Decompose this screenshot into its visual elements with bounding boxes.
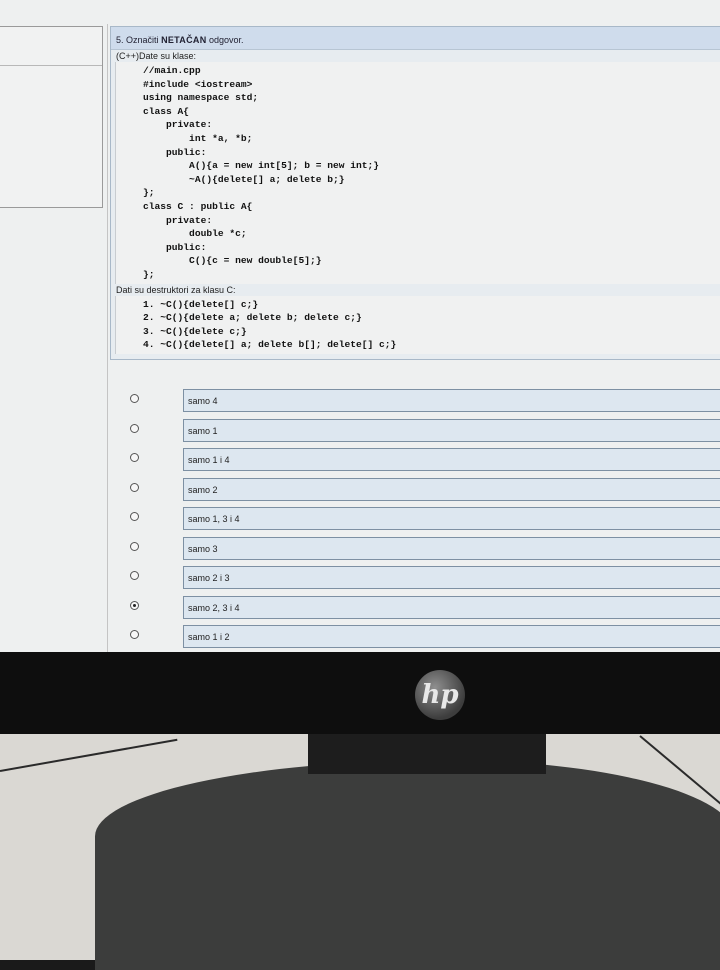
answer-radio[interactable] xyxy=(130,600,139,610)
code-line: C(){c = new double[5];} xyxy=(143,255,322,267)
code-line: class C : public A{ xyxy=(143,200,253,212)
answer-radio[interactable] xyxy=(130,453,139,462)
destructor-option: 3. ~C(){delete c;} xyxy=(143,325,247,337)
code-line: ~A(){delete[] a; delete b;} xyxy=(143,173,345,185)
answer-option[interactable]: samo 2 xyxy=(110,473,720,503)
answer-radio[interactable] xyxy=(130,541,139,551)
question-title: 5. Označiti NETAČAN odgovor. xyxy=(111,27,720,50)
answer-options: samo 4 samo 1 samo 1 i 4 samo 2 samo 1, 3 i … xyxy=(110,384,720,650)
question-card: 5. Označiti NETAČAN odgovor. (C++)Date s… xyxy=(110,26,720,360)
code-line: int *a, *b; xyxy=(143,132,253,144)
code-line: double *c; xyxy=(143,228,247,240)
answer-option[interactable]: samo 2, 3 i 4 xyxy=(110,591,720,621)
left-navigation-panel xyxy=(0,26,103,208)
answer-option[interactable]: samo 2 i 3 xyxy=(110,561,720,591)
code-line: using namespace std; xyxy=(143,92,259,104)
destructor-option: 4. ~C(){delete[] a; delete b[]; delete[]… xyxy=(143,339,397,351)
answer-radio[interactable] xyxy=(130,394,139,403)
answer-label[interactable]: samo 3 xyxy=(183,536,720,560)
hp-logo-icon: hp xyxy=(415,670,465,720)
code-block: //main.cpp #include <iostream> using names… xyxy=(115,62,720,284)
code-line: }; xyxy=(143,187,155,199)
answer-radio[interactable] xyxy=(130,482,139,492)
code-line: private: xyxy=(143,214,213,226)
answer-label[interactable]: samo 4 xyxy=(183,389,720,412)
code-line: public: xyxy=(143,241,207,253)
monitor-screen: 5. Označiti NETAČAN odgovor. (C++)Date s… xyxy=(0,0,720,652)
answer-label[interactable]: samo 1 i 2 xyxy=(183,625,720,648)
code-line: class A{ xyxy=(143,105,190,117)
answer-option[interactable]: samo 4 xyxy=(110,384,720,414)
question-title-emphasis: NETAČAN xyxy=(161,35,207,45)
answer-label[interactable]: samo 2, 3 i 4 xyxy=(183,595,720,619)
answer-label[interactable]: samo 1, 3 i 4 xyxy=(183,507,720,530)
code-line: A(){a = new int[5]; b = new int;} xyxy=(143,160,380,172)
answer-radio[interactable] xyxy=(130,423,139,433)
destructor-option: 1. ~C(){delete[] c;} xyxy=(143,298,259,310)
monitor-stand-neck xyxy=(308,734,546,774)
answer-radio[interactable] xyxy=(130,571,139,580)
monitor-stand-base xyxy=(95,760,720,970)
answer-option[interactable]: samo 1, 3 i 4 xyxy=(110,502,720,532)
monitor-bezel xyxy=(0,652,720,734)
code-line: public: xyxy=(143,146,207,158)
question-title-pre: Označiti xyxy=(126,35,159,45)
code-line: #include <iostream> xyxy=(143,78,253,90)
answer-option[interactable]: samo 1 i 4 xyxy=(110,443,720,473)
answer-option[interactable]: samo 1 i 2 xyxy=(110,620,720,650)
destructor-option: 2. ~C(){delete a; delete b; delete c;} xyxy=(143,312,362,324)
panel-divider xyxy=(0,65,102,66)
column-divider xyxy=(107,24,108,652)
answer-radio[interactable] xyxy=(130,512,139,521)
answer-label[interactable]: samo 1 i 4 xyxy=(183,448,720,471)
code-line: //main.cpp xyxy=(143,65,201,76)
answer-option[interactable]: samo 3 xyxy=(110,532,720,562)
answer-option[interactable]: samo 1 xyxy=(110,414,720,444)
question-intro: (C++)Date su klase: xyxy=(116,51,197,61)
question-title-post: odgovor. xyxy=(209,35,244,45)
code-line: }; xyxy=(143,268,155,280)
answer-radio[interactable] xyxy=(130,630,139,639)
question-number: 5. xyxy=(116,35,124,45)
code-line: private: xyxy=(143,119,213,131)
destructors-label: Dati su destruktori za klasu C: xyxy=(116,284,236,295)
answer-label[interactable]: samo 1 xyxy=(183,418,720,442)
destructors-list: 1. ~C(){delete[] c;} 2. ~C(){delete a; de… xyxy=(115,295,720,354)
answer-label[interactable]: samo 2 xyxy=(183,477,720,501)
answer-label[interactable]: samo 2 i 3 xyxy=(183,566,720,589)
